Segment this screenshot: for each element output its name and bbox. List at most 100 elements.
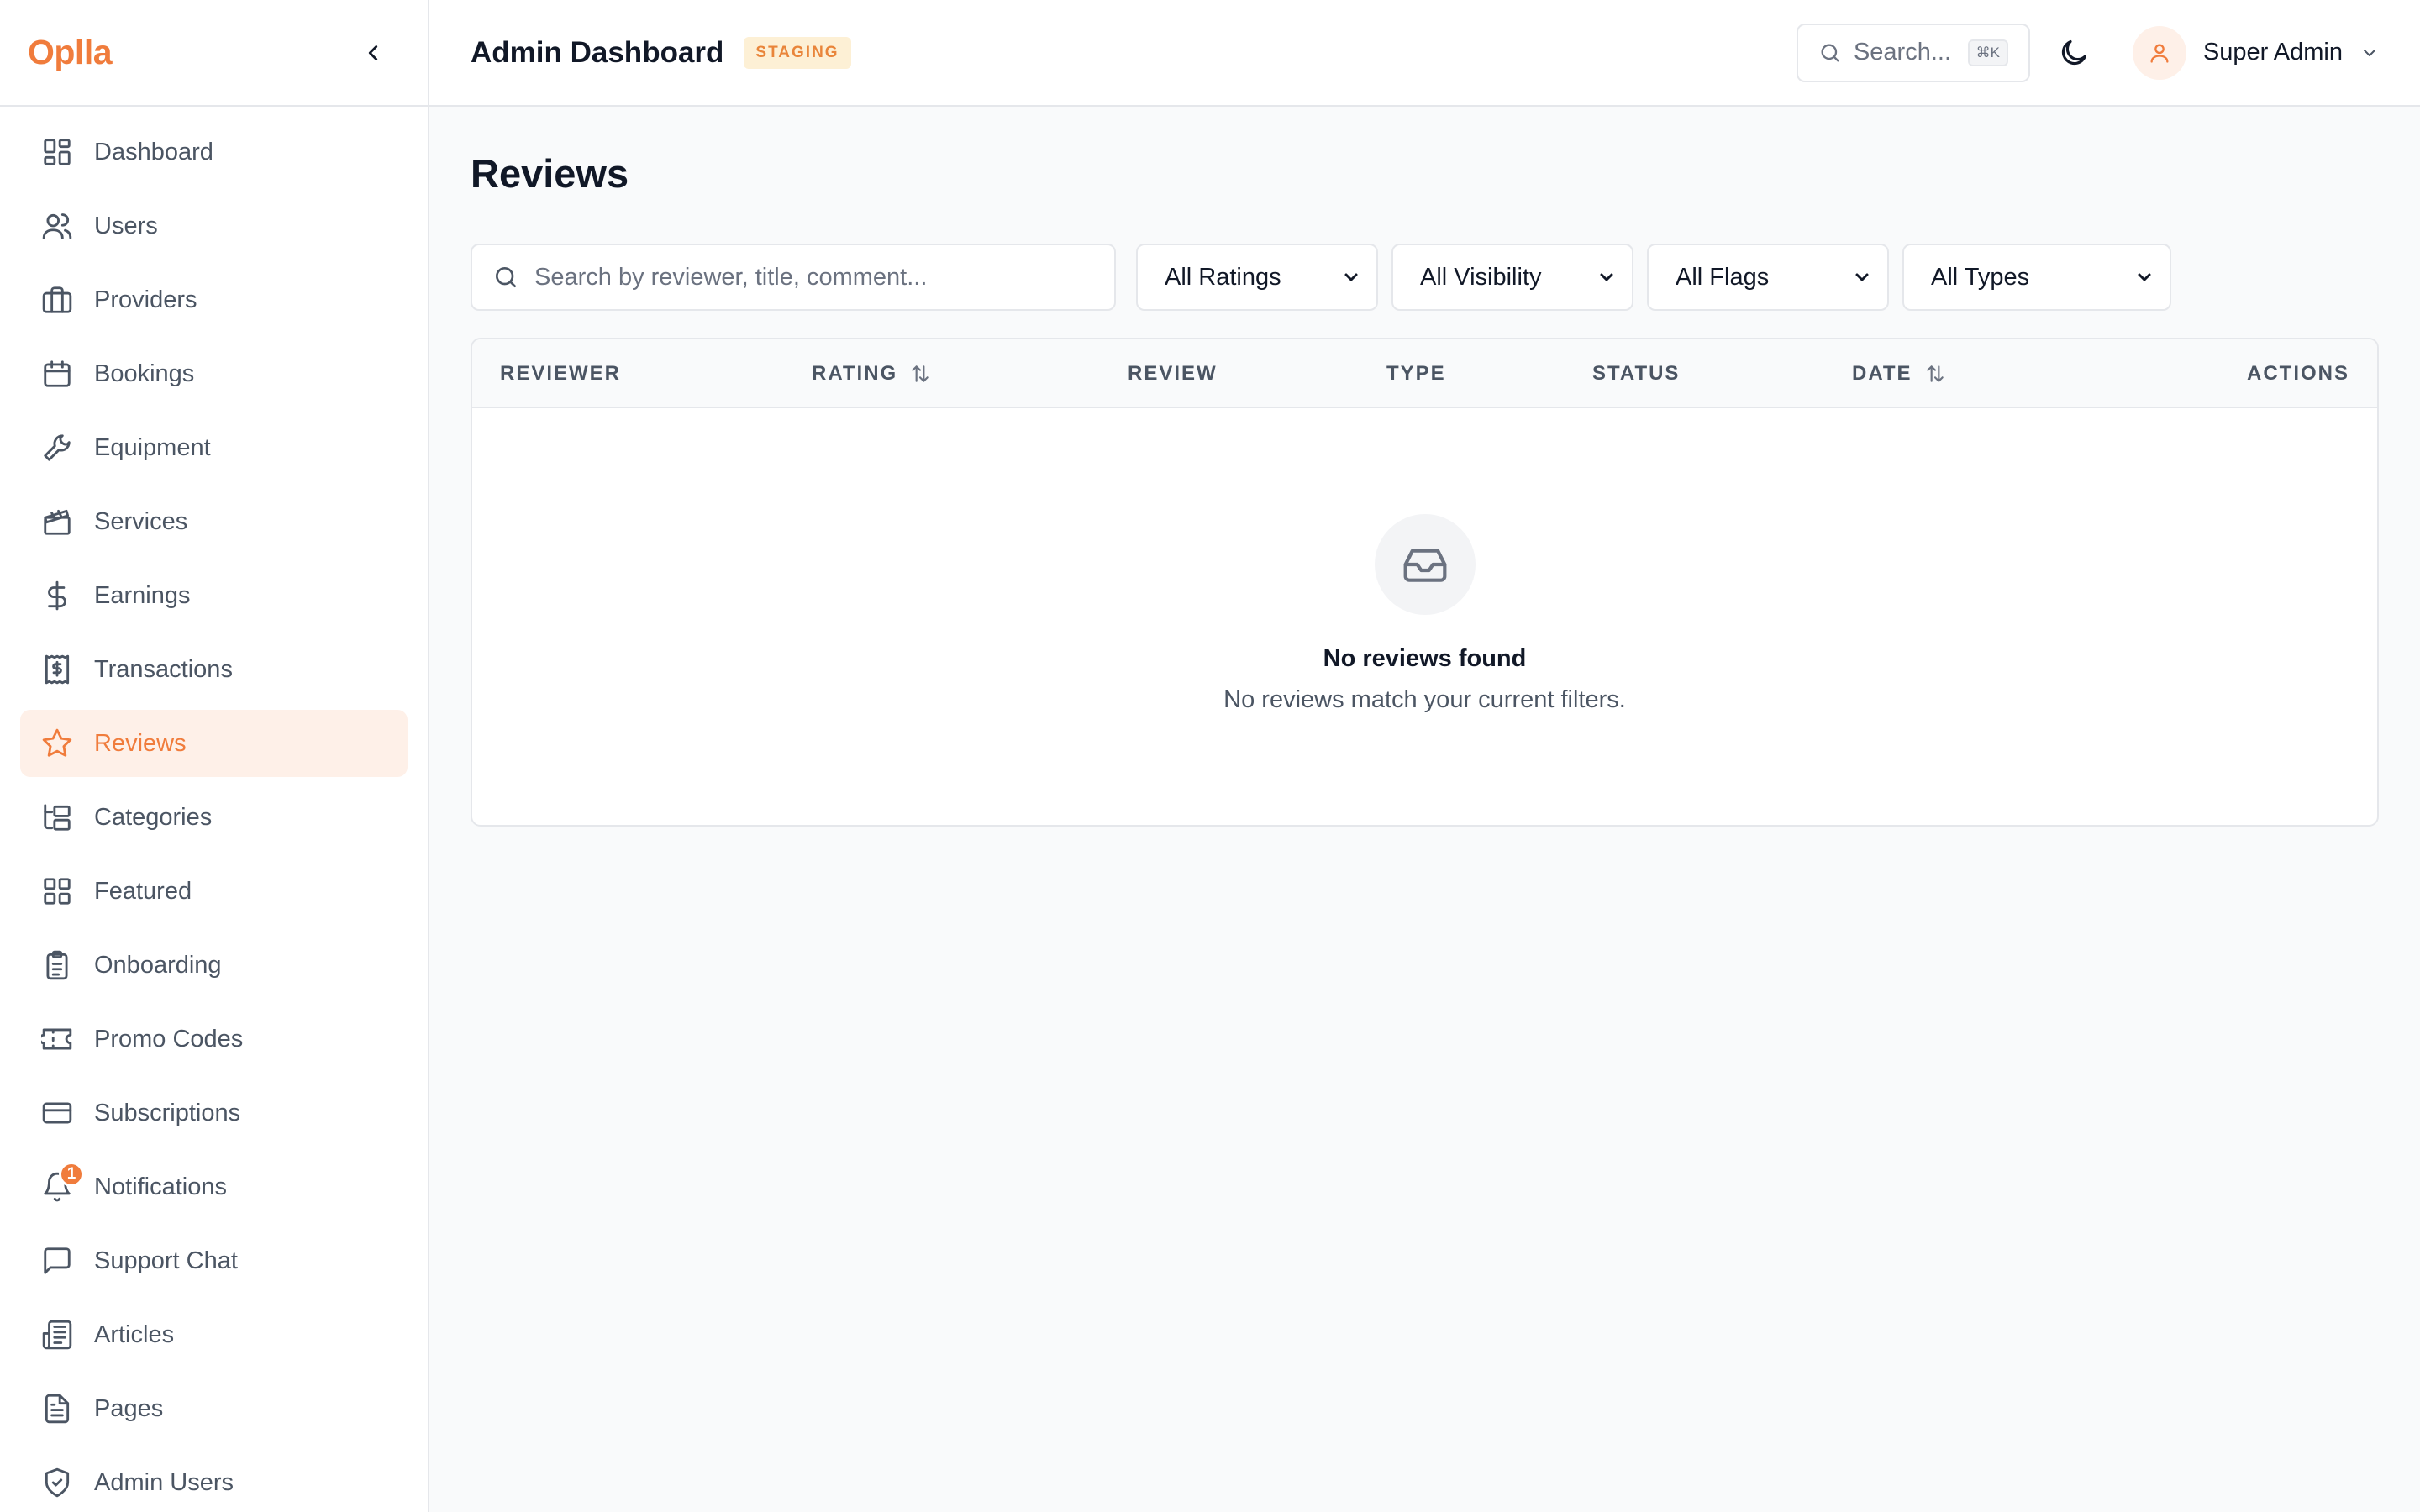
top-bar: Admin Dashboard STAGING Search... ⌘K Sup…	[429, 0, 2420, 107]
sidebar-item-label: Dashboard	[94, 138, 213, 165]
sidebar-item-label: Bookings	[94, 360, 195, 387]
sidebar-item-bookings[interactable]: Bookings	[20, 340, 408, 407]
sidebar: Oplla Dashboard Users Providers Bookings Equ…	[0, 0, 429, 1512]
column-label: RATING	[812, 362, 898, 385]
users-icon	[40, 209, 74, 243]
brand-logo[interactable]: Oplla	[28, 33, 113, 72]
sidebar-item-label: Transactions	[94, 655, 233, 683]
briefcase-icon	[40, 283, 74, 317]
sidebar-item-label: Pages	[94, 1394, 164, 1422]
sidebar-item-promo-codes[interactable]: Promo Codes	[20, 1005, 408, 1073]
newspaper-icon	[40, 1318, 74, 1352]
clapperboard-icon	[40, 505, 74, 538]
sidebar-item-dashboard[interactable]: Dashboard	[20, 118, 408, 186]
sidebar-item-earnings[interactable]: Earnings	[20, 562, 408, 629]
star-icon	[40, 727, 74, 760]
column-header-actions: ACTIONS	[2247, 339, 2349, 408]
type-filter-select[interactable]: All Types	[1902, 244, 2171, 311]
user-name: Super Admin	[2202, 39, 2343, 66]
global-search-button[interactable]: Search... ⌘K	[1796, 23, 2030, 82]
sort-icon[interactable]	[909, 363, 931, 385]
sidebar-item-label: Equipment	[94, 433, 211, 461]
keyboard-shortcut-hint: ⌘K	[1967, 39, 2008, 66]
message-icon	[40, 1244, 74, 1278]
dollar-icon	[40, 579, 74, 612]
flags-filter-value: All Flags	[1676, 263, 1770, 291]
ticket-icon	[40, 1022, 74, 1056]
sidebar-item-providers[interactable]: Providers	[20, 266, 408, 333]
bell-icon: 1	[40, 1162, 84, 1204]
main-area: Admin Dashboard STAGING Search... ⌘K Sup…	[429, 0, 2420, 1512]
chevron-down-icon	[1344, 273, 1358, 281]
page-content: Reviews All Ratings All Visibility All F…	[429, 107, 2420, 827]
avatar	[2132, 25, 2186, 80]
user-icon	[2150, 44, 2169, 63]
sidebar-item-label: Promo Codes	[94, 1025, 244, 1053]
sidebar-item-label: Subscriptions	[94, 1099, 241, 1126]
chevron-down-icon	[2364, 49, 2375, 56]
receipt-icon	[40, 653, 74, 686]
sidebar-item-onboarding[interactable]: Onboarding	[20, 932, 408, 999]
empty-state: No reviews found No reviews match your c…	[472, 408, 2377, 714]
sidebar-item-support-chat[interactable]: Support Chat	[20, 1227, 408, 1294]
sidebar-item-categories[interactable]: Categories	[20, 784, 408, 851]
sidebar-item-admin-users[interactable]: Admin Users	[20, 1449, 408, 1512]
sidebar-item-users[interactable]: Users	[20, 192, 408, 260]
chevron-left-icon	[368, 45, 378, 60]
column-label: DATE	[1852, 362, 1912, 385]
collapse-sidebar-button[interactable]	[354, 34, 392, 72]
sidebar-item-label: Users	[94, 212, 158, 239]
wrench-icon	[40, 431, 74, 465]
moon-icon	[2061, 39, 2086, 65]
empty-state-subtitle: No reviews match your current filters.	[1223, 686, 1626, 713]
chevron-down-icon	[1855, 273, 1869, 281]
rating-filter-value: All Ratings	[1165, 263, 1281, 291]
dashboard-icon	[40, 135, 74, 169]
app-title: Admin Dashboard	[471, 35, 724, 69]
sidebar-item-featured[interactable]: Featured	[20, 858, 408, 925]
type-filter-value: All Types	[1931, 263, 2030, 291]
flags-filter-select[interactable]: All Flags	[1647, 244, 1889, 311]
search-icon	[496, 267, 516, 287]
sidebar-item-services[interactable]: Services	[20, 488, 408, 555]
sidebar-item-label: Support Chat	[94, 1247, 238, 1274]
sidebar-header: Oplla	[0, 0, 428, 107]
column-header-status: STATUS	[1592, 339, 1680, 408]
column-label: REVIEWER	[500, 362, 622, 385]
clipboard-icon	[40, 948, 74, 982]
sort-icon[interactable]	[1924, 363, 1946, 385]
reviews-table: REVIEWER RATING REVIEW TYPE STATUS DATE …	[471, 338, 2379, 827]
review-search-input[interactable]	[534, 263, 1094, 291]
sidebar-item-pages[interactable]: Pages	[20, 1375, 408, 1442]
sidebar-item-subscriptions[interactable]: Subscriptions	[20, 1079, 408, 1147]
sidebar-item-label: Providers	[94, 286, 197, 313]
sidebar-item-notifications[interactable]: 1 Notifications	[20, 1153, 408, 1221]
sidebar-item-label: Featured	[94, 877, 192, 905]
environment-badge: STAGING	[744, 36, 851, 69]
sidebar-item-label: Earnings	[94, 581, 191, 609]
column-header-rating[interactable]: RATING	[812, 339, 931, 408]
sidebar-item-transactions[interactable]: Transactions	[20, 636, 408, 703]
sidebar-item-equipment[interactable]: Equipment	[20, 414, 408, 481]
sidebar-item-label: Admin Users	[94, 1468, 234, 1496]
sidebar-item-label: Reviews	[94, 729, 187, 757]
credit-card-icon	[40, 1096, 74, 1130]
file-icon	[40, 1392, 74, 1425]
user-menu[interactable]: Super Admin	[2132, 25, 2380, 80]
global-search-placeholder: Search...	[1853, 39, 1952, 66]
table-header: REVIEWER RATING REVIEW TYPE STATUS DATE …	[472, 339, 2377, 408]
column-header-date[interactable]: DATE	[1852, 339, 1946, 408]
sidebar-item-articles[interactable]: Articles	[20, 1301, 408, 1368]
app-shell: Oplla Dashboard Users Providers Bookings Equ…	[0, 0, 2420, 1512]
shield-icon	[40, 1466, 74, 1499]
folder-tree-icon	[40, 801, 74, 834]
visibility-filter-value: All Visibility	[1420, 263, 1542, 291]
sidebar-item-reviews[interactable]: Reviews	[20, 710, 408, 777]
column-header-type: TYPE	[1386, 339, 1446, 408]
theme-toggle-button[interactable]	[2049, 28, 2099, 78]
rating-filter-select[interactable]: All Ratings	[1136, 244, 1378, 311]
review-search-field[interactable]	[471, 244, 1116, 311]
visibility-filter-select[interactable]: All Visibility	[1392, 244, 1634, 311]
filter-bar: All Ratings All Visibility All Flags All…	[471, 244, 2379, 311]
column-label: ACTIONS	[2247, 362, 2349, 385]
